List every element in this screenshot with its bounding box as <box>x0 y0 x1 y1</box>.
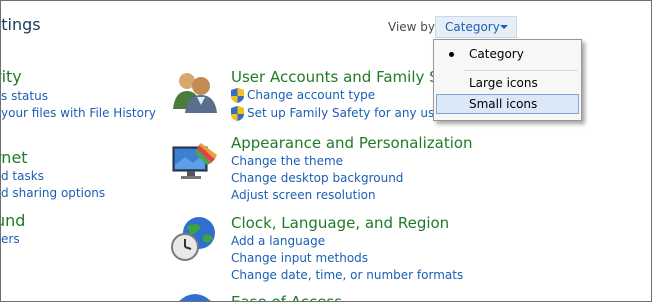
shield-icon <box>231 88 244 103</box>
left-link[interactable]: ers <box>1 232 20 246</box>
menu-item-label: Large icons <box>469 76 538 90</box>
category-heading[interactable]: Clock, Language, and Region <box>231 214 449 232</box>
shield-icon <box>231 106 244 121</box>
view-by-label: View by: <box>388 20 439 34</box>
left-link[interactable]: d sharing options <box>1 186 105 200</box>
category-link[interactable]: Change input methods <box>231 251 368 265</box>
left-link[interactable]: s status <box>1 89 48 103</box>
category-link[interactable]: Change desktop background <box>231 171 403 185</box>
display-icon <box>172 143 217 179</box>
menu-item-label: Category <box>469 47 524 61</box>
category-link[interactable]: Set up Family Safety for any user <box>247 106 447 120</box>
users-icon <box>173 73 217 113</box>
menu-separator <box>464 70 578 71</box>
clock-globe-icon <box>171 217 215 261</box>
selected-bullet-icon <box>449 52 454 57</box>
left-link[interactable]: your files with File History <box>1 106 156 120</box>
menu-item-category[interactable]: Category <box>436 44 579 64</box>
category-link[interactable]: Change the theme <box>231 154 343 168</box>
category-heading[interactable]: Ease of Access <box>231 293 342 301</box>
menu-item-large-icons[interactable]: Large icons <box>436 73 579 93</box>
category-link[interactable]: Adjust screen resolution <box>231 188 376 202</box>
view-by-menu: Category Large icons Small icons <box>433 39 582 121</box>
control-panel-window: ttings View by: Category rity s status y… <box>0 0 652 302</box>
category-heading[interactable]: Appearance and Personalization <box>231 134 473 152</box>
category-link[interactable]: Change account type <box>247 88 375 102</box>
left-heading-sound[interactable]: und <box>1 211 25 230</box>
menu-item-small-icons[interactable]: Small icons <box>436 94 579 114</box>
category-link[interactable]: Change date, time, or number formats <box>231 268 463 282</box>
ease-of-access-icon <box>179 294 211 301</box>
category-heading[interactable]: User Accounts and Family Safe <box>231 68 462 86</box>
left-heading-security[interactable]: rity <box>1 67 22 86</box>
left-heading-network[interactable]: rnet <box>1 148 28 167</box>
view-by-value: Category <box>445 20 500 34</box>
chevron-down-icon <box>500 25 508 29</box>
left-link[interactable]: d tasks <box>1 169 44 183</box>
view-by-dropdown[interactable]: Category <box>435 16 517 38</box>
category-link[interactable]: Add a language <box>231 234 325 248</box>
page-title: ttings <box>1 15 41 34</box>
menu-item-label: Small icons <box>469 97 538 111</box>
